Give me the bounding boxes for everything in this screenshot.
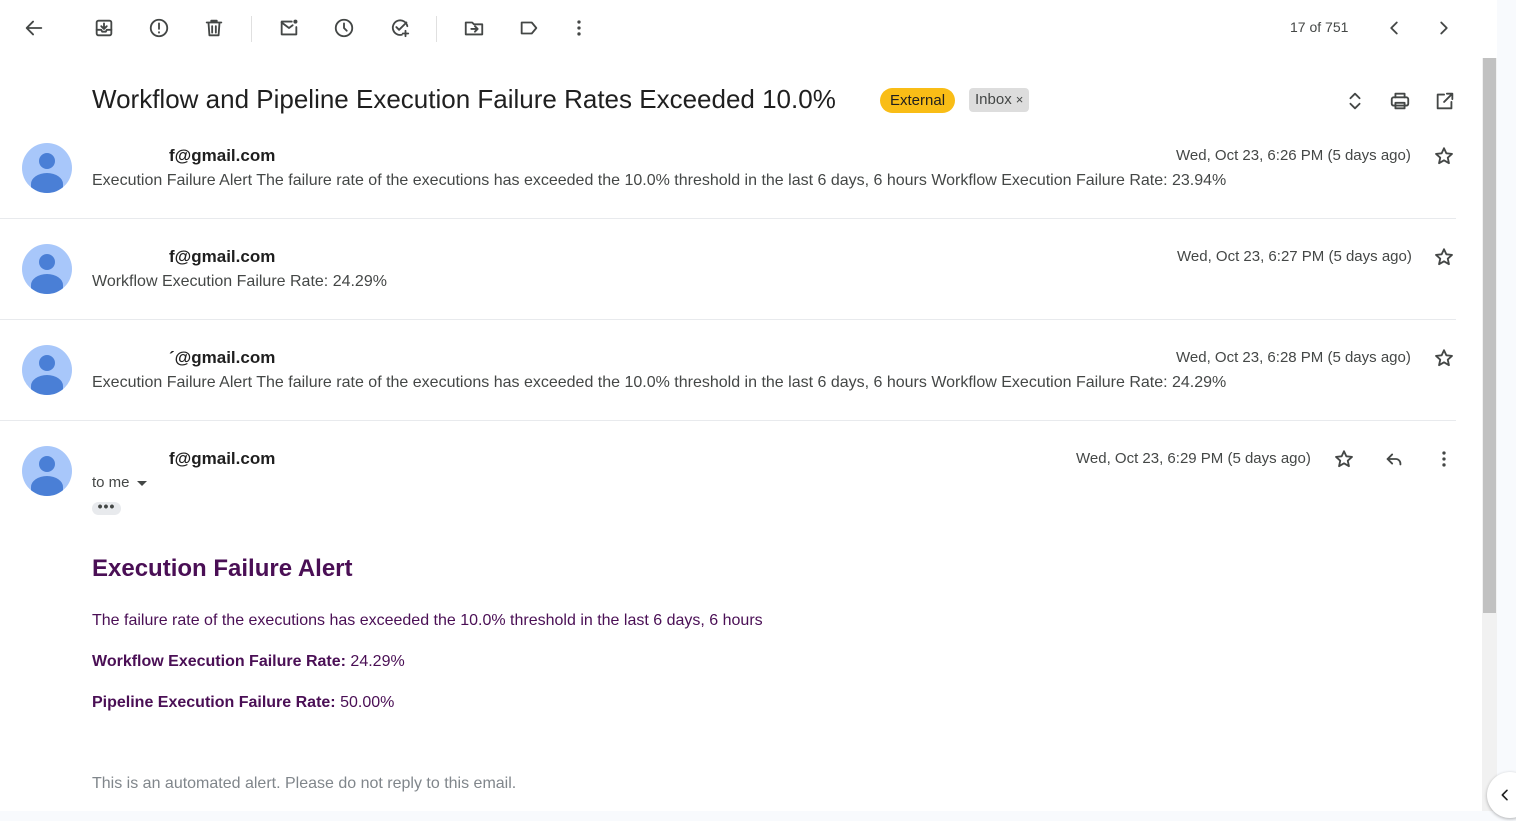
mark-unread-button[interactable] <box>269 8 309 48</box>
clock-icon <box>334 18 354 38</box>
older-button[interactable] <box>1424 8 1464 48</box>
newer-button[interactable] <box>1374 8 1414 48</box>
pipeline-failure-rate: Pipeline Execution Failure Rate: 50.00% <box>92 694 394 712</box>
remove-label-icon[interactable]: × <box>1016 92 1024 107</box>
workflow-rate-value: 24.29% <box>350 653 405 670</box>
move-to-button[interactable] <box>454 8 494 48</box>
message-more-button[interactable] <box>1424 439 1464 479</box>
caret-down-icon <box>136 480 147 486</box>
print-button[interactable] <box>1380 81 1420 121</box>
star-button[interactable] <box>1324 439 1364 479</box>
reply-button[interactable] <box>1374 439 1414 479</box>
toolbar-separator <box>251 16 252 42</box>
archive-icon <box>95 19 113 37</box>
sender-email: f@gmail.com <box>169 146 276 165</box>
more-vert-icon <box>577 20 581 36</box>
message-snippet: Execution Failure Alert The failure rate… <box>92 172 1227 189</box>
recipient-details-toggle[interactable]: to me <box>92 474 147 491</box>
star-icon <box>1435 147 1453 165</box>
chevron-left-icon <box>1501 789 1508 801</box>
avatar <box>22 446 72 496</box>
star-button[interactable] <box>1424 136 1464 176</box>
automated-alert-note: This is an automated alert. Please do no… <box>92 775 517 792</box>
open-external-icon <box>1436 92 1454 110</box>
message-snippet: Execution Failure Alert The failure rate… <box>92 374 1227 391</box>
avatar <box>22 143 72 193</box>
label-icon <box>520 21 538 35</box>
avatar <box>22 244 72 294</box>
sender-email: ´@gmail.com <box>169 348 276 367</box>
more-vert-icon <box>1442 451 1446 467</box>
inbox-label[interactable]: Inbox × <box>969 88 1030 112</box>
external-tag: External <box>880 88 956 113</box>
message-date: Wed, Oct 23, 6:26 PM (5 days ago) <box>1176 147 1411 164</box>
sender-email: f@gmail.com <box>169 449 276 468</box>
snooze-button[interactable] <box>324 8 364 48</box>
delete-button[interactable] <box>194 8 234 48</box>
archive-button[interactable] <box>84 8 124 48</box>
sender-email: f@gmail.com <box>169 247 276 266</box>
pipeline-rate-value: 50.00% <box>340 694 395 711</box>
arrow-left-icon <box>25 20 43 36</box>
pipeline-rate-label: Pipeline Execution Failure Rate: <box>92 694 336 711</box>
message-date: Wed, Oct 23, 6:27 PM (5 days ago) <box>1177 248 1412 265</box>
star-icon <box>1435 248 1453 266</box>
star-button[interactable] <box>1424 338 1464 378</box>
workflow-failure-rate: Workflow Execution Failure Rate: 24.29% <box>92 653 405 671</box>
printer-icon <box>1390 92 1410 110</box>
message-divider <box>0 319 1456 320</box>
alert-description: The failure rate of the executions has e… <box>92 612 763 629</box>
add-to-tasks-button[interactable] <box>380 8 420 48</box>
email-panel: 17 of 751 Workflow and Pipeline Executio… <box>0 0 1497 811</box>
message-counter: 17 of 751 <box>1290 19 1349 35</box>
show-trimmed-content-button[interactable]: ••• <box>92 499 121 515</box>
back-button[interactable] <box>14 8 54 48</box>
star-icon <box>1335 450 1353 468</box>
star-button[interactable] <box>1424 237 1464 277</box>
workflow-rate-label: Workflow Execution Failure Rate: <box>92 653 346 670</box>
inbox-label-text: Inbox <box>975 91 1012 108</box>
labels-button[interactable] <box>509 8 549 48</box>
reply-icon <box>1386 453 1402 466</box>
mark-unread-icon <box>280 19 298 36</box>
open-new-window-button[interactable] <box>1425 81 1465 121</box>
chevron-right-icon <box>1440 21 1448 35</box>
alert-heading: Execution Failure Alert <box>92 555 353 582</box>
message-date: Wed, Oct 23, 6:28 PM (5 days ago) <box>1176 349 1411 366</box>
message-date: Wed, Oct 23, 6:29 PM (5 days ago) <box>1076 450 1311 467</box>
email-subject: Workflow and Pipeline Execution Failure … <box>92 84 836 114</box>
star-icon <box>1435 349 1453 367</box>
scrollbar-thumb[interactable] <box>1483 58 1496 613</box>
message-divider <box>0 420 1456 421</box>
unfold-icon <box>1349 92 1361 110</box>
toolbar-separator <box>436 16 437 42</box>
trash-icon <box>205 19 223 37</box>
report-spam-button[interactable] <box>139 8 179 48</box>
avatar <box>22 345 72 395</box>
report-icon <box>149 18 169 38</box>
add-task-icon <box>391 19 410 38</box>
more-options-button[interactable] <box>559 8 599 48</box>
expand-all-button[interactable] <box>1335 81 1375 121</box>
folder-move-icon <box>464 21 484 36</box>
chevron-left-icon <box>1390 21 1398 35</box>
message-divider <box>0 218 1456 219</box>
message-snippet: Workflow Execution Failure Rate: 24.29% <box>92 273 387 290</box>
